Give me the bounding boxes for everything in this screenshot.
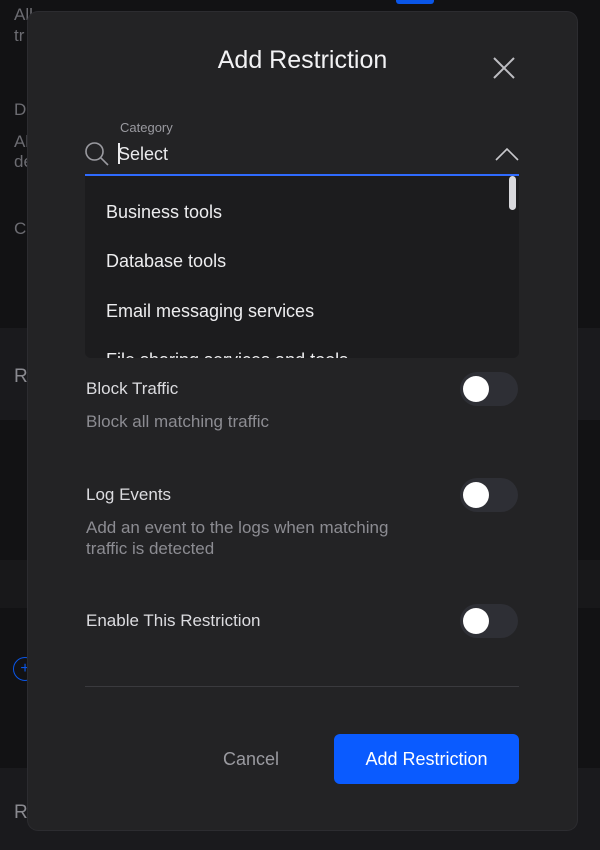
toggle-knob [463,376,489,402]
dropdown-option[interactable]: Database tools [106,251,226,272]
cancel-button[interactable]: Cancel [196,734,306,784]
dropdown-option[interactable]: File sharing services and tools [106,350,348,358]
log-events-toggle[interactable] [460,478,518,512]
search-icon [84,141,110,167]
block-traffic-label: Block Traffic [86,379,179,398]
background-text: Al [14,132,30,151]
dropdown-scrollbar[interactable] [509,176,516,210]
enable-restriction-toggle[interactable] [460,604,518,638]
log-events-description: Add an event to the logs when matching t… [86,518,389,558]
background-text: R [14,802,28,823]
background-text: D [14,100,27,119]
chevron-up-icon[interactable] [494,146,520,162]
background-text: R [14,366,28,387]
log-events-label: Log Events [86,485,172,504]
category-select-input[interactable] [118,142,478,166]
enable-restriction-label: Enable This Restriction [86,611,261,630]
close-icon[interactable] [490,54,518,82]
category-label: Category [120,120,173,135]
dropdown-option[interactable]: Email messaging services [106,301,314,322]
add-restriction-modal: Add Restriction Category Business tools … [28,12,577,830]
add-restriction-button[interactable]: Add Restriction [334,734,519,784]
background-text: tr [14,26,25,45]
divider [85,686,519,687]
background-button [396,0,434,4]
block-traffic-toggle[interactable] [460,372,518,406]
background-text: C [14,219,27,238]
dropdown-option[interactable]: Business tools [106,202,222,223]
toggle-knob [463,482,489,508]
category-dropdown[interactable]: Business tools Database tools Email mess… [85,176,519,358]
block-traffic-description: Block all matching traffic [86,412,269,431]
text-cursor [118,143,120,164]
toggle-knob [463,608,489,634]
